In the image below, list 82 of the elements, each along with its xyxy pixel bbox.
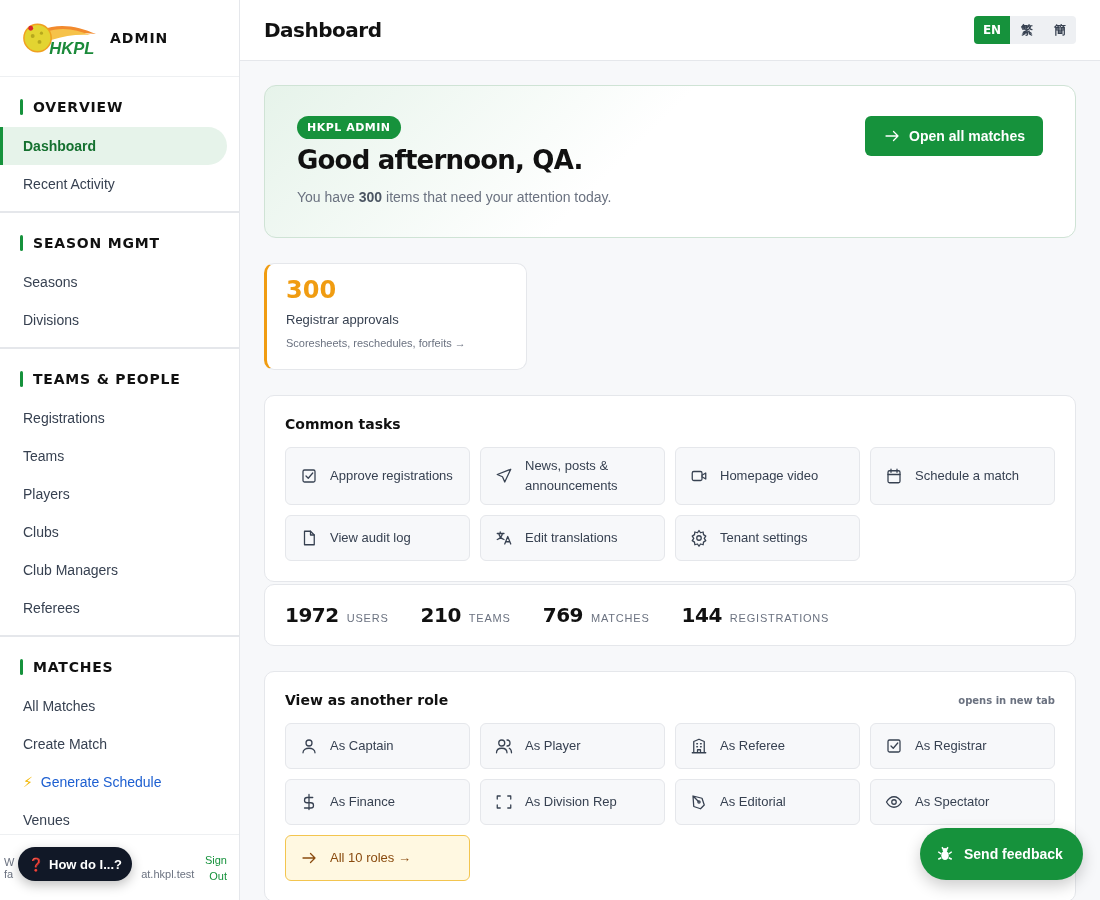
person-icon (300, 737, 318, 755)
eye-icon (885, 793, 903, 811)
nav-item[interactable]: ⚡ Generate Schedule (0, 763, 227, 801)
nav-item[interactable]: Referees (0, 589, 227, 627)
frame-corners-icon (495, 793, 513, 811)
user-email: at.hkpl.test (141, 867, 195, 880)
brand-title: ADMIN (110, 30, 169, 46)
user-email: fa (4, 867, 14, 880)
pen-icon (690, 793, 708, 811)
section-heading: MATCHES (33, 659, 114, 675)
role-button[interactable]: As Registrar (870, 723, 1055, 769)
role-button[interactable]: As Division Rep (480, 779, 665, 825)
people-icon (495, 737, 513, 755)
nav-item[interactable]: Create Match (0, 725, 227, 763)
page-title: Dashboard (264, 18, 382, 42)
role-button[interactable]: As Editorial (675, 779, 860, 825)
approvals-count: 300 (286, 276, 338, 304)
nav-item[interactable]: Divisions (0, 301, 227, 339)
bug-icon (936, 845, 954, 863)
role-button[interactable]: As Finance (285, 779, 470, 825)
role-button[interactable]: As Captain (285, 723, 470, 769)
task-button[interactable]: Homepage video (675, 447, 860, 505)
attention-message: You have 300 items that need your attention today. (297, 189, 612, 205)
section-marker (20, 99, 23, 115)
send-feedback-button[interactable]: Send feedback (920, 828, 1083, 880)
language-tab[interactable]: 簡 (1043, 16, 1076, 44)
help-button[interactable]: ❓ How do I...? (18, 847, 132, 881)
section-marker (20, 371, 23, 387)
section-heading: SEASON MGMT (33, 235, 160, 251)
stat-value: 1972 (285, 603, 339, 627)
building-icon (690, 737, 708, 755)
approvals-title: Registrar approvals (286, 312, 400, 327)
checkbox-icon (885, 737, 903, 755)
send-icon (495, 467, 513, 485)
approvals-card[interactable]: 300 Registrar approvals Scoresheets, reschedules, forfeits → (264, 263, 527, 370)
stat-value: 210 (420, 603, 461, 627)
stat-label: USERS (346, 612, 389, 624)
nav-item[interactable]: Clubs (0, 513, 227, 551)
approvals-detail: Scoresheets, reschedules, forfeits → (286, 337, 467, 349)
role-button[interactable]: As Referee (675, 723, 860, 769)
task-button[interactable]: Schedule a match (870, 447, 1055, 505)
nav-item[interactable]: Players (0, 475, 227, 513)
nav-item[interactable]: Venues (0, 801, 227, 834)
all-roles-button[interactable]: All 10 roles → (285, 835, 470, 881)
sign-out-link[interactable]: Sign Out (199, 851, 227, 884)
section-heading: TEAMS & PEOPLE (33, 371, 181, 387)
task-button[interactable]: View audit log (285, 515, 470, 561)
nav-item[interactable]: Club Managers (0, 551, 227, 589)
stat-value: 144 (681, 603, 722, 627)
stat-label: MATCHES (591, 612, 650, 624)
task-button[interactable]: Tenant settings (675, 515, 860, 561)
language-tab[interactable]: 繁 (1010, 16, 1043, 44)
nav-item[interactable]: Recent Activity (0, 165, 227, 203)
nav-item[interactable]: Registrations (0, 399, 227, 437)
checkbox-icon (300, 467, 318, 485)
section-marker (20, 659, 23, 675)
open-matches-button[interactable]: Open all matches (865, 116, 1043, 156)
section-heading: OVERVIEW (33, 99, 124, 115)
translate-icon (495, 529, 513, 547)
nav-item[interactable]: Dashboard (0, 127, 227, 165)
role-button[interactable]: As Player (480, 723, 665, 769)
section-marker (20, 235, 23, 251)
role-button[interactable]: As Spectator (870, 779, 1055, 825)
task-button[interactable]: Edit translations (480, 515, 665, 561)
settings-icon (690, 529, 708, 547)
role-badge: HKPL ADMIN (297, 116, 401, 139)
nav-item[interactable]: Teams (0, 437, 227, 475)
task-button[interactable]: News, posts & announcements (480, 447, 665, 505)
language-tab[interactable]: EN (974, 16, 1010, 44)
card-title: View as another role (285, 692, 449, 708)
league-logo: HKPL (20, 19, 98, 57)
stat-label: REGISTRATIONS (729, 612, 830, 624)
stat-label: TEAMS (468, 612, 511, 624)
card-title: Common tasks (285, 416, 401, 432)
task-button[interactable]: Approve registrations (285, 447, 470, 505)
greeting: Good afternoon, QA. (297, 145, 584, 175)
stat-value: 769 (542, 603, 583, 627)
user-name: W (4, 855, 15, 868)
nav-item[interactable]: All Matches (0, 687, 227, 725)
nav-item[interactable]: Seasons (0, 263, 227, 301)
card-note: opens in new tab (958, 694, 1055, 706)
calendar-icon (885, 467, 903, 485)
